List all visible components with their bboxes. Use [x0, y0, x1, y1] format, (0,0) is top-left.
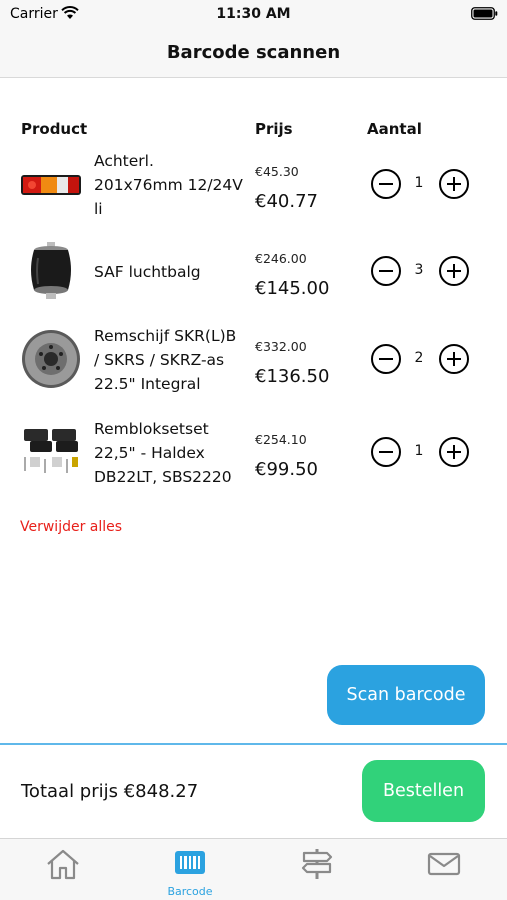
discounted-price: €136.50 [255, 366, 330, 387]
discounted-price: €40.77 [255, 191, 318, 212]
status-bar: Carrier 11:30 AM [0, 0, 507, 30]
product-name: Rembloksetset 22,5" - Haldex DB22LT, SBS… [94, 420, 232, 486]
original-price: €45.30 [255, 164, 299, 179]
quantity-value: 1 [414, 443, 424, 459]
quantity-column-header: Aantal [367, 120, 422, 138]
decrease-quantity-button[interactable] [371, 437, 401, 467]
tail-light-image [21, 175, 81, 195]
cart-row: Remschijf SKR(L)B / SKRS / SKRZ-as 22.5"… [0, 318, 507, 408]
brake-pad-set-image [24, 429, 78, 473]
barcode-icon [175, 851, 205, 874]
decrease-quantity-button[interactable] [371, 256, 401, 286]
tab-barcode[interactable]: Barcode [127, 839, 253, 900]
tab-home[interactable] [0, 839, 126, 900]
signpost-icon [301, 849, 333, 879]
increase-quantity-button[interactable] [439, 437, 469, 467]
battery-icon [471, 7, 498, 20]
decrease-quantity-button[interactable] [371, 344, 401, 374]
quantity-value: 2 [414, 350, 424, 366]
cart-row: Achterl. 201x76mm 12/24V li €45.30 €40.7… [0, 143, 507, 233]
remove-all-link[interactable]: Verwijder alles [20, 519, 122, 535]
original-price: €332.00 [255, 339, 307, 354]
tab-mail[interactable] [381, 839, 507, 900]
total-price: Totaal prijs €848.27 [21, 781, 199, 802]
quantity-value: 1 [414, 175, 424, 191]
tab-route[interactable] [254, 839, 380, 900]
product-name: SAF luchtbalg [94, 263, 201, 281]
navigation-bar: Barcode scannen [0, 30, 507, 78]
product-name: Achterl. 201x76mm 12/24V li [94, 152, 243, 218]
brake-disc-image [22, 330, 80, 388]
price-column-header: Prijs [255, 120, 293, 138]
home-icon [47, 849, 79, 880]
original-price: €246.00 [255, 251, 307, 266]
increase-quantity-button[interactable] [439, 256, 469, 286]
decrease-quantity-button[interactable] [371, 169, 401, 199]
quantity-value: 3 [414, 262, 424, 278]
tab-bar: Barcode [0, 838, 507, 900]
product-name: Remschijf SKR(L)B / SKRS / SKRZ-as 22.5"… [94, 327, 237, 393]
discounted-price: €99.50 [255, 459, 318, 480]
page-title: Barcode scannen [166, 42, 341, 63]
scan-barcode-button[interactable]: Scan barcode [327, 665, 485, 725]
cart-row: SAF luchtbalg €246.00 €145.00 3 [0, 230, 507, 320]
order-button[interactable]: Bestellen [362, 760, 485, 822]
mail-icon [427, 852, 461, 876]
discounted-price: €145.00 [255, 278, 330, 299]
status-time: 11:30 AM [216, 6, 291, 22]
increase-quantity-button[interactable] [439, 169, 469, 199]
cart-row: Rembloksetset 22,5" - Haldex DB22LT, SBS… [0, 411, 507, 501]
tab-label-barcode: Barcode [167, 885, 213, 898]
product-column-header: Product [21, 120, 88, 138]
divider [0, 743, 507, 745]
increase-quantity-button[interactable] [439, 344, 469, 374]
original-price: €254.10 [255, 432, 307, 447]
air-spring-image [31, 242, 71, 299]
